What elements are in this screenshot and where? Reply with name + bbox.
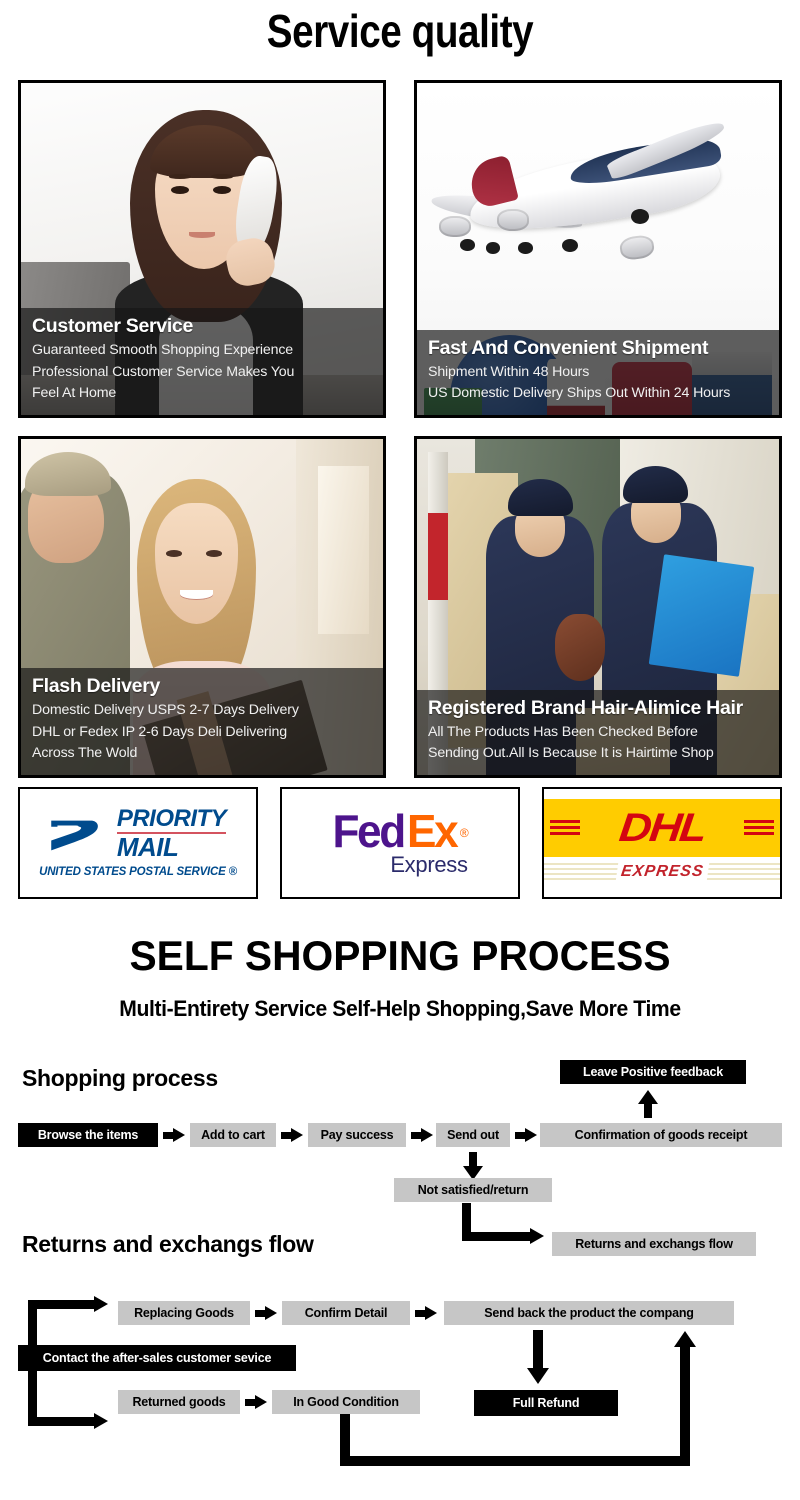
- card-caption: Customer Service Guaranteed Smooth Shopp…: [21, 308, 383, 415]
- connector-elbow-down-right: [462, 1203, 558, 1249]
- card-title: Flash Delivery: [32, 675, 161, 698]
- usps-eagle-icon: [51, 821, 98, 851]
- connector-branch-up: [28, 1296, 118, 1358]
- arrow-right-icon: [245, 1395, 267, 1410]
- fedex-logo-box: Fed Ex ® Express: [280, 787, 520, 899]
- card-line: Guaranteed Smooth Shopping Experience: [32, 342, 294, 359]
- arrow-right-icon: [515, 1128, 537, 1143]
- card-title: Customer Service: [32, 315, 194, 338]
- page-title: Service quality: [266, 5, 534, 57]
- arrow-right-icon: [411, 1128, 433, 1143]
- flow-node-returns-and-exchangs-flow[interactable]: Returns and exchangs flow: [552, 1232, 756, 1256]
- flow-node-replacing-goods[interactable]: Replacing Goods: [118, 1301, 250, 1325]
- arrow-down-icon: [463, 1152, 483, 1180]
- shopping-process-heading: Shopping process: [22, 1065, 218, 1091]
- flow-node-send-back-the-product[interactable]: Send back the product the compang: [444, 1301, 734, 1325]
- connector-branch-down: [28, 1364, 118, 1429]
- feature-card-fast-shipment: Fast And Convenient Shipment Shipment Wi…: [414, 80, 782, 418]
- usps-mail-text: MAIL: [116, 831, 179, 862]
- usps-priority-text: PRIORITY: [116, 805, 227, 834]
- self-shopping-subtitle: Multi-Entirety Service Self-Help Shoppin…: [119, 996, 681, 1021]
- flow-node-leave-positive-feedback[interactable]: Leave Positive feedback: [560, 1060, 746, 1084]
- usps-logo-box: PRIORITY MAIL UNITED STATES POSTAL SERVI…: [18, 787, 258, 899]
- arrow-down-icon: [527, 1330, 549, 1386]
- card-line: US Domestic Delivery Ships Out Within 24…: [428, 385, 731, 402]
- card-caption: Flash Delivery Domestic Delivery USPS 2-…: [21, 668, 383, 775]
- flow-node-confirm-detail[interactable]: Confirm Detail: [282, 1301, 410, 1325]
- card-line: Shipment Within 48 Hours: [428, 363, 590, 380]
- flow-node-not-satisfied-return[interactable]: Not satisfied/return: [394, 1178, 552, 1202]
- card-caption: Registered Brand Hair-Alimice Hair All T…: [417, 689, 779, 775]
- card-line: Professional Customer Service Makes You: [32, 363, 295, 380]
- card-line: Sending Out.All Is Because It is Hairtim…: [428, 745, 714, 762]
- dhl-band: DHL: [544, 799, 780, 857]
- flow-node-full-refund[interactable]: Full Refund: [474, 1390, 618, 1416]
- feature-card-customer-service: Customer Service Guaranteed Smooth Shopp…: [18, 80, 386, 418]
- flow-node-confirmation-of-goods-receipt[interactable]: Confirmation of goods receipt: [540, 1123, 782, 1147]
- feature-card-registered-brand: Registered Brand Hair-Alimice Hair All T…: [414, 436, 782, 778]
- arrow-right-icon: [281, 1128, 303, 1143]
- dhl-stripes-right-icon: [744, 820, 774, 836]
- flow-node-in-good-condition[interactable]: In Good Condition: [272, 1390, 420, 1414]
- service-quality-page: Service quality Customer Service Guarant…: [0, 0, 800, 1500]
- usps-subtitle: UNITED STATES POSTAL SERVICE ®: [39, 865, 237, 878]
- flow-node-send-out[interactable]: Send out: [436, 1123, 510, 1147]
- arrow-right-icon: [415, 1306, 437, 1321]
- self-shopping-title: SELF SHOPPING PROCESS: [129, 932, 671, 979]
- flow-node-add-to-cart[interactable]: Add to cart: [190, 1123, 276, 1147]
- card-line: Domestic Delivery USPS 2-7 Days Delivery: [32, 702, 299, 719]
- dhl-logo-box: DHL EXPRESS: [542, 787, 782, 899]
- fedex-registered-icon: ®: [459, 826, 469, 840]
- card-line: DHL or Fedex IP 2-6 Days Deli Delivering: [32, 723, 287, 740]
- flow-node-browse-the-items[interactable]: Browse the items: [18, 1123, 158, 1147]
- dhl-express-text: EXPRESS: [615, 863, 709, 881]
- fedex-fed-text: Fed: [332, 805, 407, 857]
- arrow-right-icon: [163, 1128, 185, 1143]
- connector-return-up: [674, 1331, 696, 1457]
- card-line: Across The Wold: [32, 745, 138, 762]
- feature-card-flash-delivery: Flash Delivery Domestic Delivery USPS 2-…: [18, 436, 386, 778]
- arrow-right-icon: [255, 1306, 277, 1321]
- dhl-stripes-left-icon: [550, 820, 580, 836]
- flow-node-pay-success[interactable]: Pay success: [308, 1123, 406, 1147]
- connector-return-loop: [340, 1414, 690, 1476]
- flow-node-returned-goods[interactable]: Returned goods: [118, 1390, 240, 1414]
- dhl-text: DHL: [616, 805, 708, 850]
- returns-flow-heading: Returns and exchangs flow: [22, 1231, 314, 1257]
- card-line: All The Products Has Been Checked Before: [428, 723, 698, 740]
- fedex-ex-text: Ex: [406, 805, 459, 857]
- card-title: Registered Brand Hair-Alimice Hair: [428, 696, 743, 719]
- arrow-up-icon: [638, 1090, 658, 1118]
- card-title: Fast And Convenient Shipment: [428, 336, 709, 359]
- card-line: Feel At Home: [32, 385, 117, 402]
- card-caption: Fast And Convenient Shipment Shipment Wi…: [417, 329, 779, 415]
